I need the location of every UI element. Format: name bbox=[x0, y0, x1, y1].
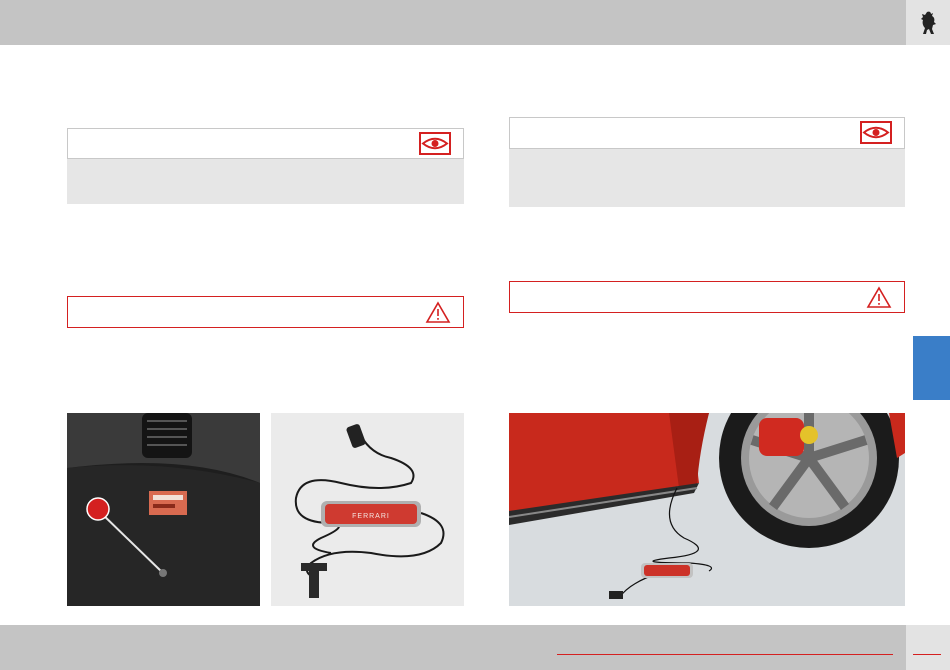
footer-page-box bbox=[906, 625, 950, 670]
chapter-tab[interactable] bbox=[913, 336, 950, 400]
footer-page-rule bbox=[913, 654, 941, 655]
header-bar bbox=[0, 0, 906, 45]
warning-triangle-icon bbox=[425, 301, 451, 323]
warning-box-right bbox=[509, 281, 905, 313]
warning-triangle-icon bbox=[866, 286, 892, 308]
note-header-left bbox=[67, 128, 464, 159]
warning-box-left bbox=[67, 296, 464, 328]
note-header-right bbox=[509, 117, 905, 149]
eye-icon bbox=[860, 121, 892, 144]
svg-text:FERRARI: FERRARI bbox=[352, 513, 390, 520]
logo-box bbox=[906, 0, 950, 45]
battery-charger-photo: FERRARI bbox=[271, 413, 464, 606]
note-body-left bbox=[67, 159, 464, 204]
dashboard-connector-photo bbox=[67, 413, 260, 606]
red-callout-dot-icon bbox=[86, 497, 110, 521]
footer-rule bbox=[557, 654, 893, 655]
car-charger-connected-photo bbox=[509, 413, 905, 606]
eye-icon bbox=[419, 132, 451, 155]
note-body-right bbox=[509, 149, 905, 207]
prancing-horse-icon bbox=[921, 11, 936, 34]
footer-bar bbox=[0, 625, 906, 670]
